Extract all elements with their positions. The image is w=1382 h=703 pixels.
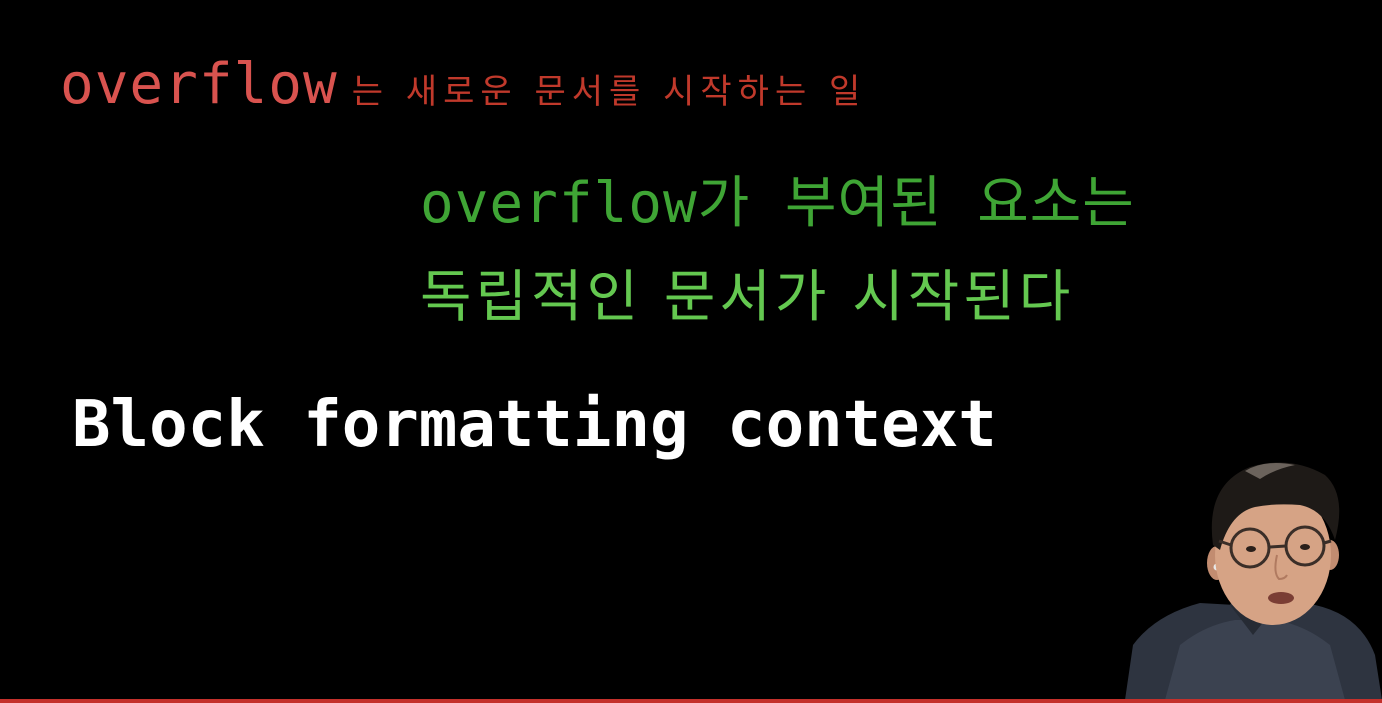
presenter-webcam <box>1125 455 1382 700</box>
green-line-2: 독립적인 문서가 시작된다 <box>420 265 1075 330</box>
heading-line-1-text: 는 새로운 문서를 시작하는 일 <box>351 72 867 112</box>
bfc-title: Block formatting context <box>72 388 997 462</box>
slide: overflow 는 새로운 문서를 시작하는 일 overflow가 부여된 요… <box>0 0 1382 703</box>
video-progress-bar <box>0 699 1382 703</box>
heading-line-1: overflow 는 새로운 문서를 시작하는 일 <box>60 52 866 117</box>
green-line-1: overflow가 부여된 요소는 <box>420 171 1135 236</box>
overflow-keyword: overflow <box>60 52 338 117</box>
